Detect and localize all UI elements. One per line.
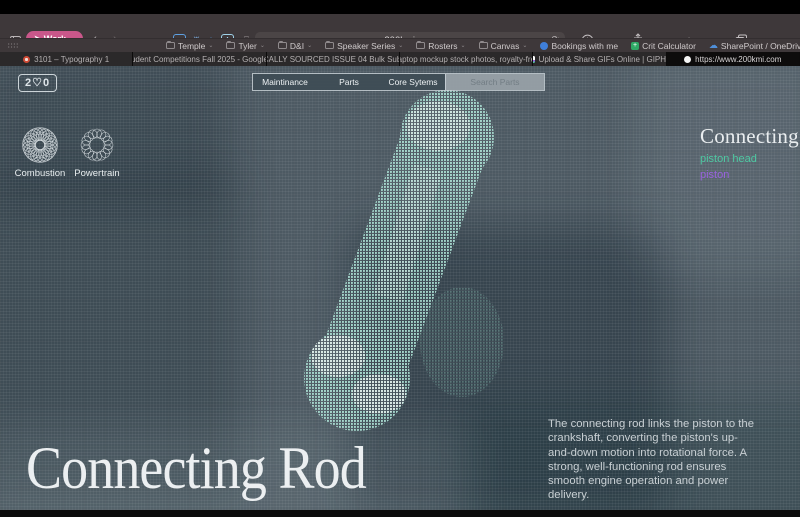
page-content: 2♡0 Maintinance Parts Core Sytems Search… [0,66,800,510]
calculator-icon: + [631,42,639,50]
tab-200kmi-active[interactable]: https://www.200kmi.com [667,52,800,66]
browser-window: ➤ Work ⌄ ‹ › ✎ ᛉ b I ⌸ 200kmi.com ⟳ + ∷∷… [0,0,800,517]
browser-toolbar: ➤ Work ⌄ ‹ › ✎ ᛉ b I ⌸ 200kmi.com ⟳ + [0,14,800,38]
category-combustion[interactable]: Combustion [10,126,70,179]
part-panel-title: Connecting [700,124,790,149]
chevron-down-icon: ⌄ [398,42,403,49]
menubar-strip [0,0,800,14]
bookmarks-bar: ∷∷ Temple⌄ Tyler⌄ D&I⌄ Speaker Series⌄ R… [0,38,800,52]
folder-icon [479,42,488,49]
tab-giphy[interactable]: Upload & Share GIFs Online | GIPHY [533,52,666,66]
grid-icon[interactable]: ∷∷ [8,42,18,50]
folder-icon [416,42,425,49]
link-piston-head[interactable]: piston head [700,153,790,165]
nav-item-maintinance[interactable]: Maintinance [253,77,317,87]
folder-icon [325,42,334,49]
site-logo[interactable]: 2♡0 [18,74,57,92]
powertrain-spirograph-icon [78,126,116,164]
tab-bar: 3101 – Typography 1 Student Competitions… [0,52,800,66]
tab-google-sheets[interactable]: Student Competitions Fall 2025 - Google … [133,52,266,66]
combustion-spirograph-icon [21,126,59,164]
bookmark-crit-calculator[interactable]: +Crit Calculator [631,41,696,51]
chevron-down-icon: ⌄ [461,42,466,49]
chevron-down-icon: ⌄ [307,42,312,49]
tab-typography[interactable]: 3101 – Typography 1 [0,52,133,66]
category-label: Combustion [15,168,66,179]
bookmark-folder-tyler[interactable]: Tyler⌄ [226,41,264,51]
page-title: Connecting Rod [26,435,366,501]
category-label: Powertrain [74,168,119,179]
chevron-down-icon: ⌄ [260,42,265,49]
tab-locally-sourced[interactable]: LOCALLY SOURCED ISSUE 04 Bulk Submiss... [267,52,400,66]
link-piston[interactable]: piston [700,169,790,181]
favicon [684,56,691,63]
bookmark-folder-dandi[interactable]: D&I⌄ [278,41,312,51]
bookmark-sharepoint[interactable]: ☁SharePoint / OneDrive [709,40,800,51]
tab-stock-photos[interactable]: Laptop mockup stock photos, royalty-free… [400,52,533,66]
part-description: The connecting rod links the piston to t… [548,417,755,503]
bookmark-folder-temple[interactable]: Temple⌄ [166,41,213,51]
bookmark-folder-rosters[interactable]: Rosters⌄ [416,41,465,51]
nav-item-parts[interactable]: Parts [317,77,381,87]
category-powertrain[interactable]: Powertrain [67,126,127,179]
folder-icon [166,42,175,49]
chevron-down-icon: ⌄ [522,42,527,49]
cloud-icon: ☁ [709,40,718,51]
bookmark-folder-canvas[interactable]: Canvas⌄ [479,41,528,51]
bookmark-bookings[interactable]: Bookings with me [540,41,618,51]
favicon [533,56,534,63]
folder-icon [226,42,235,49]
nav-item-core-sytems[interactable]: Core Sytems [381,77,445,87]
favicon [23,56,30,63]
folder-icon [278,42,287,49]
chevron-down-icon: ⌄ [208,42,213,49]
part-panel: Connecting piston head piston [700,124,790,181]
bookmark-folder-speaker-series[interactable]: Speaker Series⌄ [325,41,403,51]
bookings-icon [540,42,548,50]
bottom-strip [0,510,800,517]
search-parts-button[interactable]: Search Parts [445,74,544,90]
primary-nav: Maintinance Parts Core Sytems Search Par… [252,73,545,91]
